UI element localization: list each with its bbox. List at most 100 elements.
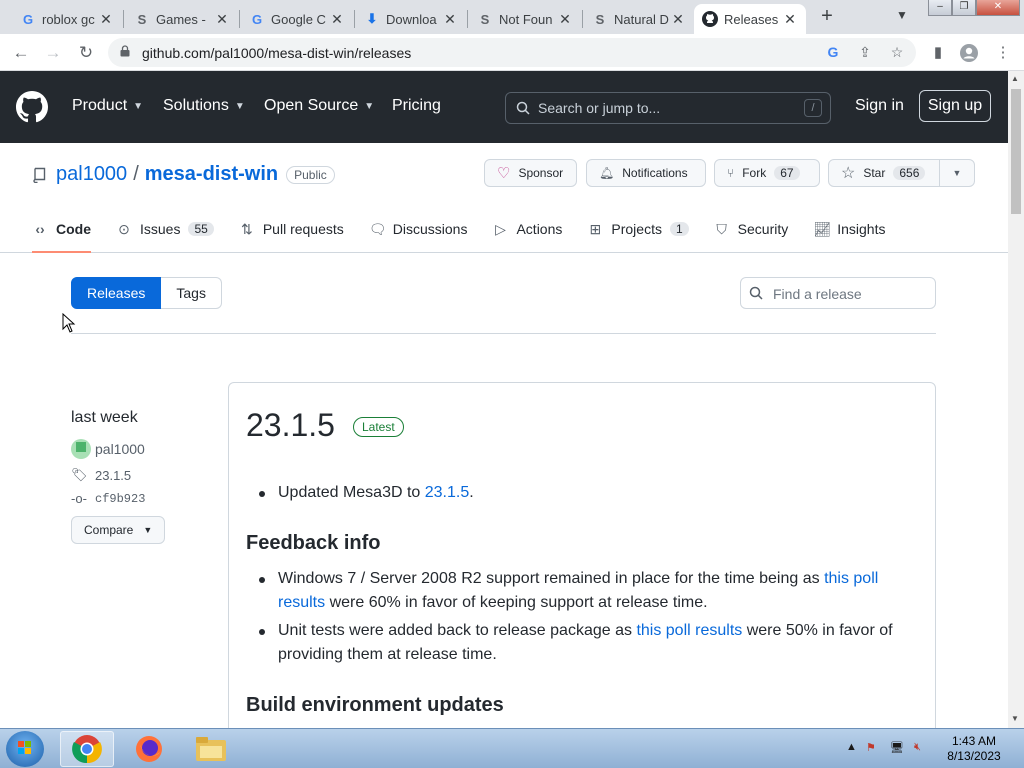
fork-icon: ⑂ — [727, 166, 735, 180]
minimize-window-icon[interactable]: – — [928, 0, 952, 16]
kebab-menu-icon[interactable]: ⋮ — [993, 43, 1013, 63]
fork-button[interactable]: ⑂ Fork 67 — [714, 159, 820, 187]
table-icon: ⊞ — [589, 220, 602, 237]
show-hidden-icons[interactable]: ▲ — [846, 741, 857, 753]
new-tab-icon[interactable]: + — [816, 6, 838, 28]
lock-icon — [120, 45, 130, 57]
tab-projects[interactable]: ⊞ Projects 1 — [587, 213, 689, 245]
tab-pull-requests[interactable]: ⇅ Pull requests — [239, 213, 344, 245]
releases-subnav: Releases Tags — [71, 277, 222, 309]
tab-issues[interactable]: ⊙ Issues 55 — [116, 213, 214, 245]
find-release-input[interactable]: Find a release — [740, 277, 936, 309]
reload-icon[interactable]: ↻ — [75, 42, 97, 64]
avatar — [71, 439, 91, 459]
google-icon: G — [251, 11, 263, 27]
nav-product[interactable]: Product ▼ — [72, 97, 143, 115]
chrome-taskbar-icon[interactable] — [60, 731, 114, 767]
release-card: 23.1.5 Latest Updated Mesa3D to 23.1.5. … — [228, 382, 936, 768]
chevron-down-icon: ▼ — [364, 100, 375, 112]
release-author[interactable]: pal1000 — [71, 439, 211, 459]
google-translate-icon[interactable]: G — [824, 44, 842, 62]
close-tab-icon[interactable]: ✕ — [670, 11, 686, 28]
release-date: last week — [71, 409, 138, 426]
close-tab-icon[interactable]: ✕ — [782, 11, 798, 28]
browser-tab[interactable]: ⬇ Downloa ✕ — [356, 4, 466, 34]
back-icon[interactable]: ← — [10, 42, 32, 64]
close-tab-icon[interactable]: ✕ — [329, 11, 345, 28]
tab-insights[interactable]: 📈︎ Insights — [813, 213, 885, 245]
fork-count: 67 — [774, 166, 800, 180]
restore-window-icon[interactable]: ❐ — [952, 0, 976, 16]
tab-actions[interactable]: ▷ Actions — [492, 213, 562, 245]
divider — [71, 333, 936, 334]
list-item: Updated Mesa3D to 23.1.5. — [246, 481, 896, 505]
repo-name-link[interactable]: mesa-dist-win — [145, 163, 278, 186]
stripe-s-icon: S — [137, 11, 147, 27]
star-button[interactable]: ☆ Star 656 — [828, 159, 940, 187]
file-explorer-taskbar-icon[interactable] — [184, 731, 238, 767]
poll-results-link[interactable]: this poll results — [636, 622, 742, 639]
releases-tab-button[interactable]: Releases — [71, 277, 162, 309]
browser-tab[interactable]: S Games - ✕ — [126, 4, 238, 34]
browser-tab[interactable]: S Natural D ✕ — [584, 4, 694, 34]
taskbar-clock[interactable]: 1:43 AM 8/13/2023 — [936, 734, 1012, 764]
sponsor-button[interactable]: ♡ Sponsor — [484, 159, 577, 187]
repo-title: pal1000 / mesa-dist-win Public — [32, 163, 335, 186]
google-icon: G — [22, 11, 34, 27]
github-search-input[interactable]: Search or jump to... / — [505, 92, 831, 124]
windows-taskbar: ▲ ⚑ 🖥︎ 🔇︎ 1:43 AM 8/13/2023 — [0, 728, 1024, 768]
scrollbar-thumb[interactable] — [1011, 89, 1021, 214]
nav-solutions[interactable]: Solutions ▼ — [163, 97, 245, 115]
side-panel-icon[interactable]: ▮ — [928, 43, 948, 63]
nav-open-source[interactable]: Open Source ▼ — [264, 97, 374, 115]
scroll-up-arrow-icon[interactable]: ▲ — [1011, 74, 1019, 83]
tab-discussions[interactable]: 🗨︎ Discussions — [369, 213, 468, 245]
flag-warning-icon[interactable]: ⚑ — [866, 741, 876, 754]
list-item: Unit tests were added back to release pa… — [246, 619, 896, 667]
code-icon: ‹› — [35, 221, 45, 237]
release-meta: last week pal1000 🏷︎ 23.1.5 -o- cf9b923 … — [71, 409, 211, 544]
profile-avatar-icon[interactable] — [959, 43, 979, 63]
close-window-icon[interactable]: ✕ — [976, 0, 1020, 16]
github-logo-icon[interactable] — [16, 91, 48, 123]
tab-code[interactable]: ‹› Code — [32, 213, 91, 253]
network-icon[interactable]: 🖥︎ — [890, 741, 904, 754]
compare-button[interactable]: Compare ▼ — [71, 516, 166, 544]
repo-tabs: ‹› Code ⊙ Issues 55 ⇅ Pull requests 🗨︎ D… — [32, 213, 910, 253]
browser-tab-active[interactable]: Releases ✕ — [694, 4, 806, 34]
release-tag-link[interactable]: 🏷︎ 23.1.5 — [71, 467, 211, 483]
bookmark-star-icon[interactable]: ☆ — [888, 44, 906, 62]
address-bar[interactable]: github.com/pal1000/mesa-dist-win/release… — [108, 38, 916, 67]
forward-icon[interactable]: → — [42, 42, 64, 64]
tab-search-chevron-icon[interactable]: ▼ — [896, 8, 908, 22]
browser-tab[interactable]: G Google C ✕ — [241, 4, 353, 34]
firefox-taskbar-icon[interactable] — [122, 731, 176, 767]
browser-tab[interactable]: G roblox gc ✕ — [12, 4, 122, 34]
page-scrollbar[interactable]: ▲ ▼ — [1008, 71, 1024, 728]
close-tab-icon[interactable]: ✕ — [557, 11, 573, 28]
tags-tab-button[interactable]: Tags — [161, 277, 222, 309]
sign-up-button[interactable]: Sign up — [919, 90, 991, 122]
star-icon: ☆ — [841, 165, 856, 182]
graph-icon: 📈︎ — [813, 220, 832, 237]
mesa-version-link[interactable]: 23.1.5 — [425, 484, 469, 501]
close-tab-icon[interactable]: ✕ — [98, 11, 114, 28]
close-tab-icon[interactable]: ✕ — [214, 11, 230, 28]
nav-pricing[interactable]: Pricing — [392, 97, 441, 115]
release-title[interactable]: 23.1.5 — [246, 407, 335, 444]
windows-start-button[interactable] — [6, 731, 44, 767]
volume-muted-icon[interactable]: 🔇︎ — [914, 741, 921, 754]
repo-owner-link[interactable]: pal1000 — [56, 163, 127, 186]
notifications-button[interactable]: 🔔︎ Notifications — [586, 159, 706, 187]
star-list-dropdown[interactable]: ▼ — [939, 159, 975, 187]
release-commit-link[interactable]: -o- cf9b923 — [71, 491, 211, 506]
tab-security[interactable]: ⛉ Security — [714, 213, 788, 245]
sign-in-link[interactable]: Sign in — [855, 97, 904, 115]
scroll-down-arrow-icon[interactable]: ▼ — [1011, 714, 1019, 723]
heart-icon: ♡ — [497, 165, 511, 182]
chevron-down-icon: ▼ — [133, 100, 144, 112]
share-icon[interactable]: ⇪ — [856, 44, 874, 62]
close-tab-icon[interactable]: ✕ — [442, 11, 458, 28]
browser-tab[interactable]: S Not Foun ✕ — [469, 4, 581, 34]
mouse-cursor-icon — [62, 313, 76, 333]
